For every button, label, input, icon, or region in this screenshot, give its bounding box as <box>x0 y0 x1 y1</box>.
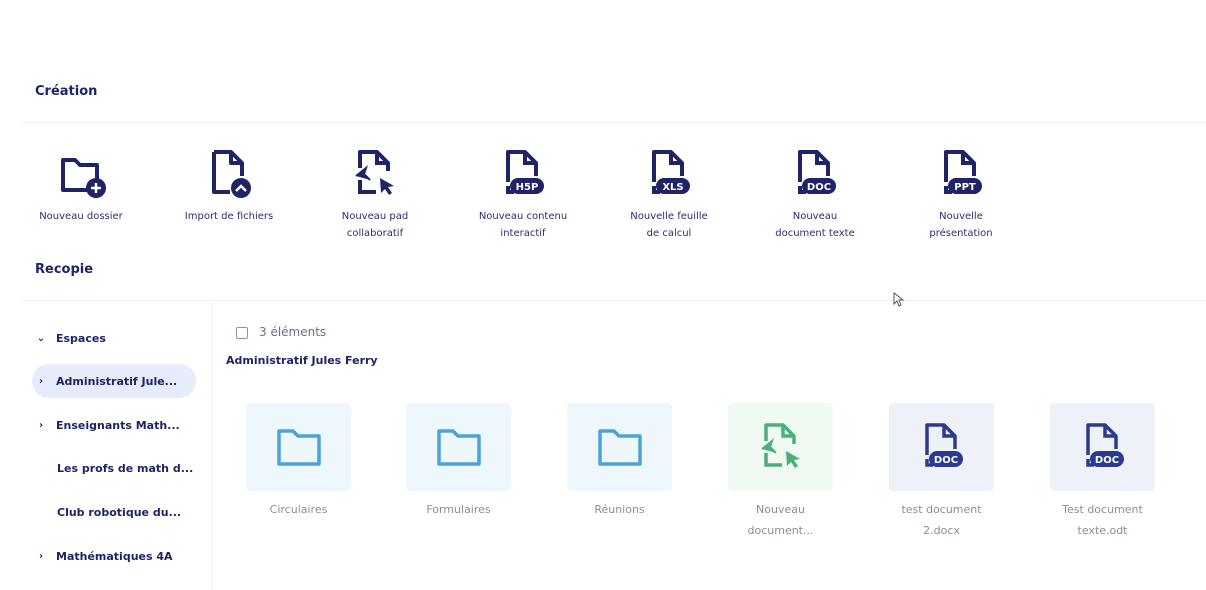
chevron-right-icon: › <box>38 375 44 387</box>
doc-tile-test-document-texte[interactable]: DOC Test document texte.odt <box>1050 403 1155 541</box>
chevron-down-icon: ⌄ <box>36 332 46 344</box>
folder-tile-formulaires[interactable]: Formulaires <box>406 403 511 520</box>
doc-file-icon: DOC <box>798 150 836 194</box>
ppt-file-icon: PPT <box>944 150 982 194</box>
folder-icon <box>597 429 642 466</box>
h5p-file-icon: H5P <box>506 150 544 194</box>
sidebar-item-mathematiques-4a[interactable]: › Mathématiques 4A <box>32 539 196 573</box>
spaces-sidebar: ⌄ Espaces › Administratif Jule... › Ense… <box>22 302 212 590</box>
items-count: 3 éléments <box>259 325 327 339</box>
mouse-cursor-icon <box>893 292 905 307</box>
sidebar-item-label: Administratif Jule... <box>56 374 178 388</box>
new-folder-label: Nouveau dossier <box>39 211 123 222</box>
import-files-button[interactable]: Import de fichiers <box>164 146 294 225</box>
folder-icon <box>276 429 321 466</box>
doc-badge: DOC <box>1094 455 1118 466</box>
doc-thumbnail: DOC <box>1050 403 1155 491</box>
folder-tile-circulaires[interactable]: Circulaires <box>246 403 351 520</box>
sidebar-item-club-robotique[interactable]: Club robotique du... <box>57 495 221 529</box>
sidebar-item-label: Mathématiques 4A <box>56 549 173 563</box>
tile-name: Circulaires <box>269 503 328 516</box>
new-text-document-label-line1: Nouveau <box>792 211 838 222</box>
sidebar-item-administratif[interactable]: › Administratif Jule... <box>32 364 196 398</box>
folder-thumbnail <box>406 403 511 491</box>
h5p-badge: H5P <box>516 182 539 193</box>
folder-thumbnail <box>246 403 351 491</box>
collaborative-pad-icon <box>355 150 394 195</box>
ppt-badge: PPT <box>954 182 976 193</box>
new-interactive-content-button[interactable]: H5P Nouveau contenu interactif <box>458 146 588 242</box>
tile-name: Réunions <box>594 503 645 516</box>
new-interactive-label-line2: interactif <box>500 228 546 239</box>
creation-section-title: Création <box>35 84 98 99</box>
new-folder-button[interactable]: Nouveau dossier <box>16 146 146 225</box>
new-text-document-button[interactable]: DOC Nouveau document texte <box>750 146 880 242</box>
sidebar-item-enseignants[interactable]: › Enseignants Math... <box>32 408 196 442</box>
sidebar-item-label: Enseignants Math... <box>56 418 180 432</box>
xls-file-icon: XLS <box>652 150 690 194</box>
doc-file-icon: DOC <box>1085 423 1124 467</box>
sidebar-item-espaces[interactable]: ⌄ Espaces <box>32 321 196 355</box>
folder-icon <box>436 429 481 466</box>
tile-name-line1: Nouveau <box>756 503 805 516</box>
creation-divider <box>22 122 1206 123</box>
tile-name-line2: document... <box>747 524 814 537</box>
new-presentation-label-line1: Nouvelle <box>939 211 983 222</box>
chevron-right-icon: › <box>38 550 44 562</box>
xls-badge: XLS <box>662 182 683 193</box>
new-folder-icon <box>61 158 106 198</box>
import-file-icon <box>212 150 251 198</box>
doc-tile-test-document-2[interactable]: DOC test document 2.docx <box>889 403 994 541</box>
tile-name-line1: Test document <box>1062 503 1143 516</box>
select-all-checkbox[interactable] <box>236 327 248 339</box>
folder-tile-reunions[interactable]: Réunions <box>567 403 672 520</box>
new-presentation-button[interactable]: PPT Nouvelle présentation <box>896 146 1026 242</box>
doc-badge: DOC <box>807 182 831 193</box>
collaborative-pad-icon <box>760 423 800 468</box>
doc-badge: DOC <box>933 455 957 466</box>
tile-name-line2: 2.docx <box>923 524 960 537</box>
new-text-document-label-line2: document texte <box>775 228 855 239</box>
breadcrumb: Administratif Jules Ferry <box>226 354 378 367</box>
sidebar-item-label: Club robotique du... <box>57 505 182 519</box>
sidebar-item-profs-de-math[interactable]: Les profs de math d... <box>57 451 221 485</box>
tile-name-line1: test document <box>901 503 982 516</box>
tile-name-line2: texte.odt <box>1077 524 1128 537</box>
doc-file-icon: DOC <box>924 423 963 467</box>
new-interactive-label-line1: Nouveau contenu <box>478 211 568 222</box>
new-spreadsheet-label-line2: de calcul <box>646 228 692 239</box>
new-presentation-label-line2: présentation <box>929 228 993 239</box>
pad-tile-nouveau-document[interactable]: Nouveau document... <box>728 403 833 541</box>
doc-thumbnail: DOC <box>889 403 994 491</box>
folder-thumbnail <box>567 403 672 491</box>
new-collaborative-pad-button[interactable]: Nouveau pad collaboratif <box>310 146 440 242</box>
recopie-divider <box>22 300 1206 301</box>
import-files-label: Import de fichiers <box>184 211 274 222</box>
sidebar-item-label: Espaces <box>56 331 106 345</box>
recopie-section-title: Recopie <box>35 262 94 277</box>
new-pad-label-line2: collaboratif <box>346 228 404 239</box>
sidebar-item-label: Les profs de math d... <box>57 461 194 475</box>
new-spreadsheet-label-line1: Nouvelle feuille <box>630 211 708 222</box>
tile-name: Formulaires <box>426 503 491 516</box>
new-spreadsheet-button[interactable]: XLS Nouvelle feuille de calcul <box>604 146 734 242</box>
pad-thumbnail <box>728 403 833 491</box>
chevron-right-icon: › <box>38 419 44 431</box>
new-pad-label-line1: Nouveau pad <box>341 211 409 222</box>
